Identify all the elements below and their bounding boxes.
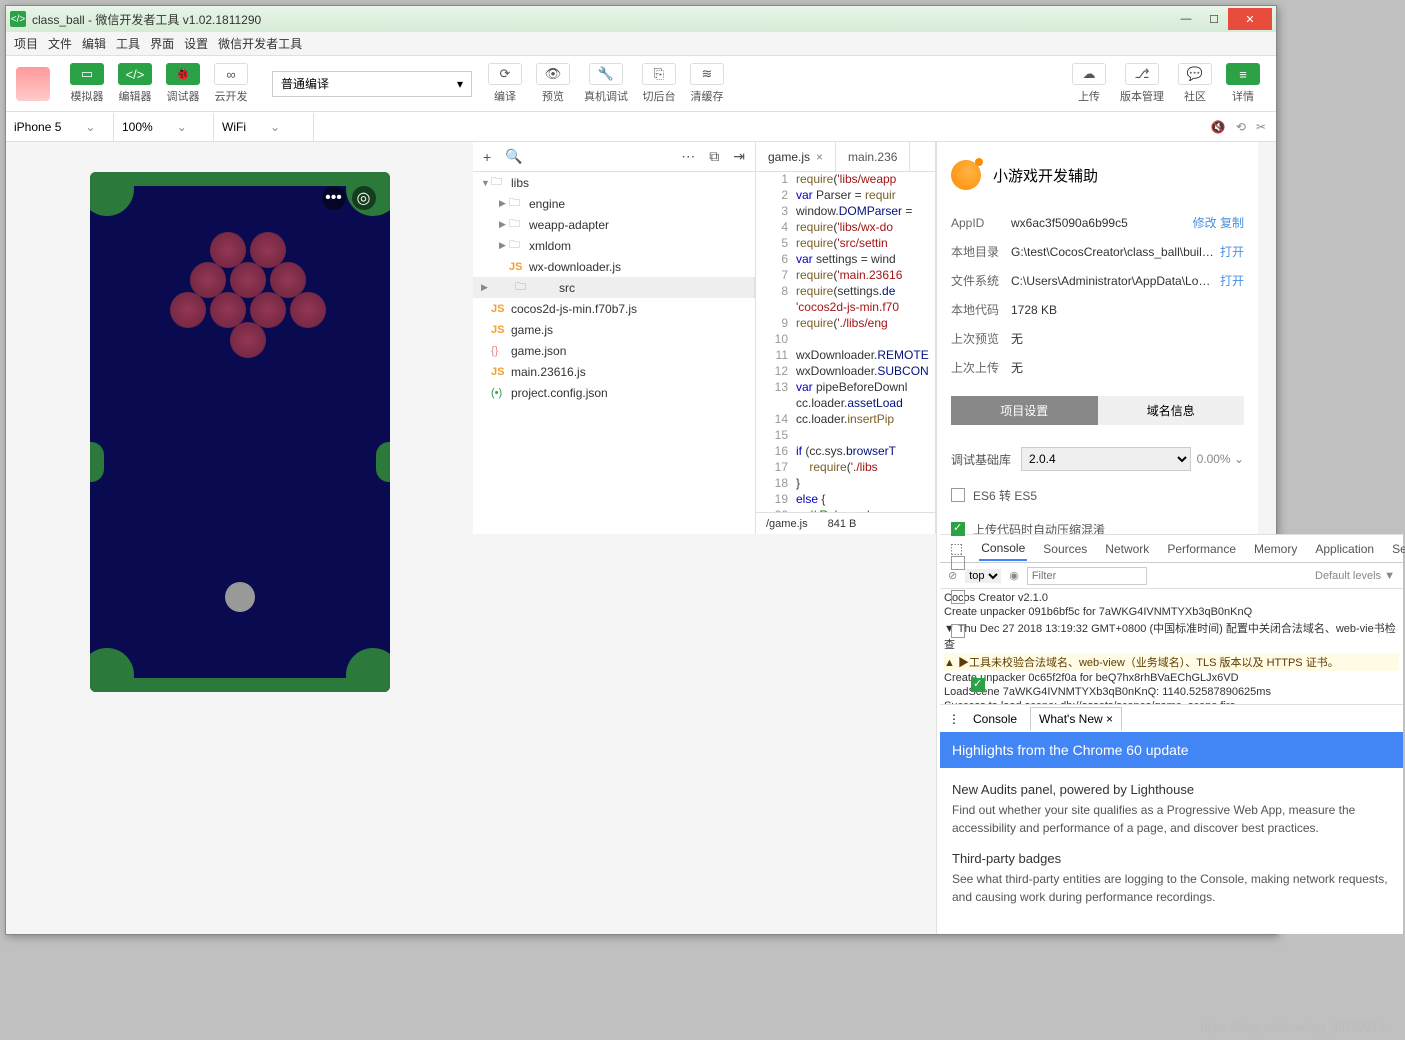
- drawer-menu-icon[interactable]: ⋮: [948, 712, 960, 726]
- cloud-button[interactable]: ∞云开发: [208, 63, 254, 104]
- tree-item[interactable]: ▶🗀weapp-adapter: [473, 214, 755, 235]
- compile-select[interactable]: 普通编译▾: [272, 71, 472, 97]
- seg-project[interactable]: 项目设置: [951, 396, 1098, 425]
- dots-icon[interactable]: •••: [322, 186, 346, 210]
- filter-input[interactable]: [1027, 567, 1147, 585]
- menu-设置[interactable]: 设置: [184, 35, 208, 52]
- more-icon[interactable]: ⋯: [681, 148, 695, 165]
- cache-button[interactable]: ≋清缓存: [684, 63, 730, 104]
- devtab-network[interactable]: Network: [1103, 538, 1151, 560]
- window-title: class_ball - 微信开发者工具 v1.02.1811290: [32, 11, 1172, 28]
- select-bar: iPhone 5⌄ 100%⌄ WiFi⌄ 🔇 ⟲ ✂: [6, 112, 1276, 142]
- devtab-performance[interactable]: Performance: [1165, 538, 1238, 560]
- minimize-button[interactable]: —: [1172, 8, 1200, 30]
- checkbox[interactable]: [951, 590, 965, 604]
- menu-界面[interactable]: 界面: [150, 35, 174, 52]
- debugger-button[interactable]: 🐞调试器: [160, 63, 206, 104]
- tree-item[interactable]: JSwx-downloader.js: [473, 256, 755, 277]
- menu-文件[interactable]: 文件: [48, 35, 72, 52]
- editor-tab[interactable]: game.js×: [756, 142, 836, 171]
- titlebar: </> class_ball - 微信开发者工具 v1.02.1811290 —…: [6, 6, 1276, 32]
- mute-icon[interactable]: 🔇: [1211, 120, 1226, 134]
- menu-工具[interactable]: 工具: [116, 35, 140, 52]
- tree-item[interactable]: ▶🗀xmldom: [473, 235, 755, 256]
- devtools-pane: ⬚ ConsoleSourcesNetworkPerformanceMemory…: [940, 534, 1403, 934]
- toolbar: ▭模拟器 </>编辑器 🐞调试器 ∞云开发 普通编译▾ ⟳编译 👁预览 🔧真机调…: [6, 56, 1276, 112]
- menu-项目[interactable]: 项目: [14, 35, 38, 52]
- checkbox[interactable]: [951, 556, 965, 570]
- whatsnew-h1: New Audits panel, powered by Lighthouse: [952, 782, 1391, 797]
- upload-button[interactable]: ☁上传: [1066, 63, 1112, 104]
- maximize-button[interactable]: ☐: [1200, 8, 1228, 30]
- whatsnew-h2: Third-party badges: [952, 851, 1391, 866]
- watermark: https://blog.csdn.net/qq_40789218: [1201, 1020, 1385, 1034]
- whatsnew-p1: Find out whether your site qualifies as …: [952, 801, 1391, 837]
- menubar: 项目文件编辑工具界面设置微信开发者工具: [6, 32, 1276, 56]
- game-logo-icon: [951, 160, 981, 190]
- file-tree-pane: + 🔍 ⋯ ⧉ ⇥ ▼🗀libs▶🗀engine▶🗀weapp-adapter▶…: [473, 142, 756, 534]
- collapse-icon[interactable]: ⇥: [733, 148, 745, 165]
- status-bar: /game.js841 B: [756, 512, 935, 534]
- remote-debug-button[interactable]: 🔧真机调试: [578, 63, 634, 104]
- pin-icon: [225, 582, 255, 612]
- app-icon: </>: [10, 11, 26, 27]
- detail-button[interactable]: ≡详情: [1220, 63, 1266, 104]
- menu-编辑[interactable]: 编辑: [82, 35, 106, 52]
- simulator-button[interactable]: ▭模拟器: [64, 63, 110, 104]
- checkbox[interactable]: [951, 488, 965, 502]
- search-icon[interactable]: 🔍: [505, 148, 522, 165]
- base-lib-select[interactable]: 2.0.4: [1021, 447, 1191, 471]
- console-tab[interactable]: Console: [964, 707, 1026, 731]
- tree-item[interactable]: JScocos2d-js-min.f70b7.js: [473, 298, 755, 319]
- seg-domain[interactable]: 域名信息: [1098, 396, 1245, 425]
- whatsnew-tab[interactable]: What's New ×: [1030, 707, 1122, 731]
- menu-微信开发者工具[interactable]: 微信开发者工具: [218, 35, 302, 52]
- community-button[interactable]: 💬社区: [1172, 63, 1218, 104]
- tree-item[interactable]: ▶🗀src: [473, 277, 755, 298]
- devtab-security[interactable]: Security: [1390, 538, 1405, 560]
- device-select[interactable]: iPhone 5⌄: [6, 113, 114, 141]
- tree-item[interactable]: ▼🗀libs: [473, 172, 755, 193]
- background-button[interactable]: ⎘切后台: [636, 63, 682, 104]
- context-select[interactable]: top: [965, 569, 1001, 583]
- phone-preview[interactable]: •••◎: [90, 172, 390, 692]
- preview-button[interactable]: 👁预览: [530, 63, 576, 104]
- target-icon[interactable]: ◎: [352, 186, 376, 210]
- code-pane: game.js×main.236 1require('libs/weapp2va…: [756, 142, 936, 534]
- devtab-application[interactable]: Application: [1313, 538, 1376, 560]
- devtab-console[interactable]: Console: [979, 537, 1027, 561]
- rotate-icon[interactable]: ⟲: [1236, 120, 1246, 134]
- whatsnew-p2: See what third-party entities are loggin…: [952, 870, 1391, 906]
- simulator-pane: •••◎: [6, 142, 473, 934]
- zoom-select[interactable]: 100%⌄: [114, 113, 214, 141]
- tree-item[interactable]: ▶🗀engine: [473, 193, 755, 214]
- tree-item[interactable]: {}game.json: [473, 340, 755, 361]
- side-title: 小游戏开发辅助: [993, 165, 1098, 186]
- checkbox[interactable]: [951, 624, 965, 638]
- editor-tab[interactable]: main.236: [836, 142, 910, 171]
- network-select[interactable]: WiFi⌄: [214, 113, 314, 141]
- close-button[interactable]: ✕: [1228, 8, 1272, 30]
- checkbox[interactable]: [951, 522, 965, 536]
- tree-item[interactable]: JSmain.23616.js: [473, 361, 755, 382]
- whatsnew-banner: Highlights from the Chrome 60 update: [940, 732, 1403, 768]
- tree-item[interactable]: (•)project.config.json: [473, 382, 755, 403]
- add-icon[interactable]: +: [483, 149, 491, 165]
- editor-button[interactable]: </>编辑器: [112, 63, 158, 104]
- avatar: [16, 67, 50, 101]
- split-icon[interactable]: ⧉: [709, 148, 719, 165]
- version-button[interactable]: ⎇版本管理: [1114, 63, 1170, 104]
- no-verify-checkbox[interactable]: [971, 678, 985, 692]
- compile-button[interactable]: ⟳编译: [482, 63, 528, 104]
- clear-icon[interactable]: ⊘: [948, 569, 957, 582]
- cut-icon[interactable]: ✂: [1256, 120, 1266, 134]
- devtab-sources[interactable]: Sources: [1041, 538, 1089, 560]
- devtab-memory[interactable]: Memory: [1252, 538, 1299, 560]
- levels-select[interactable]: Default levels ▼: [1315, 570, 1395, 582]
- tree-item[interactable]: JSgame.js: [473, 319, 755, 340]
